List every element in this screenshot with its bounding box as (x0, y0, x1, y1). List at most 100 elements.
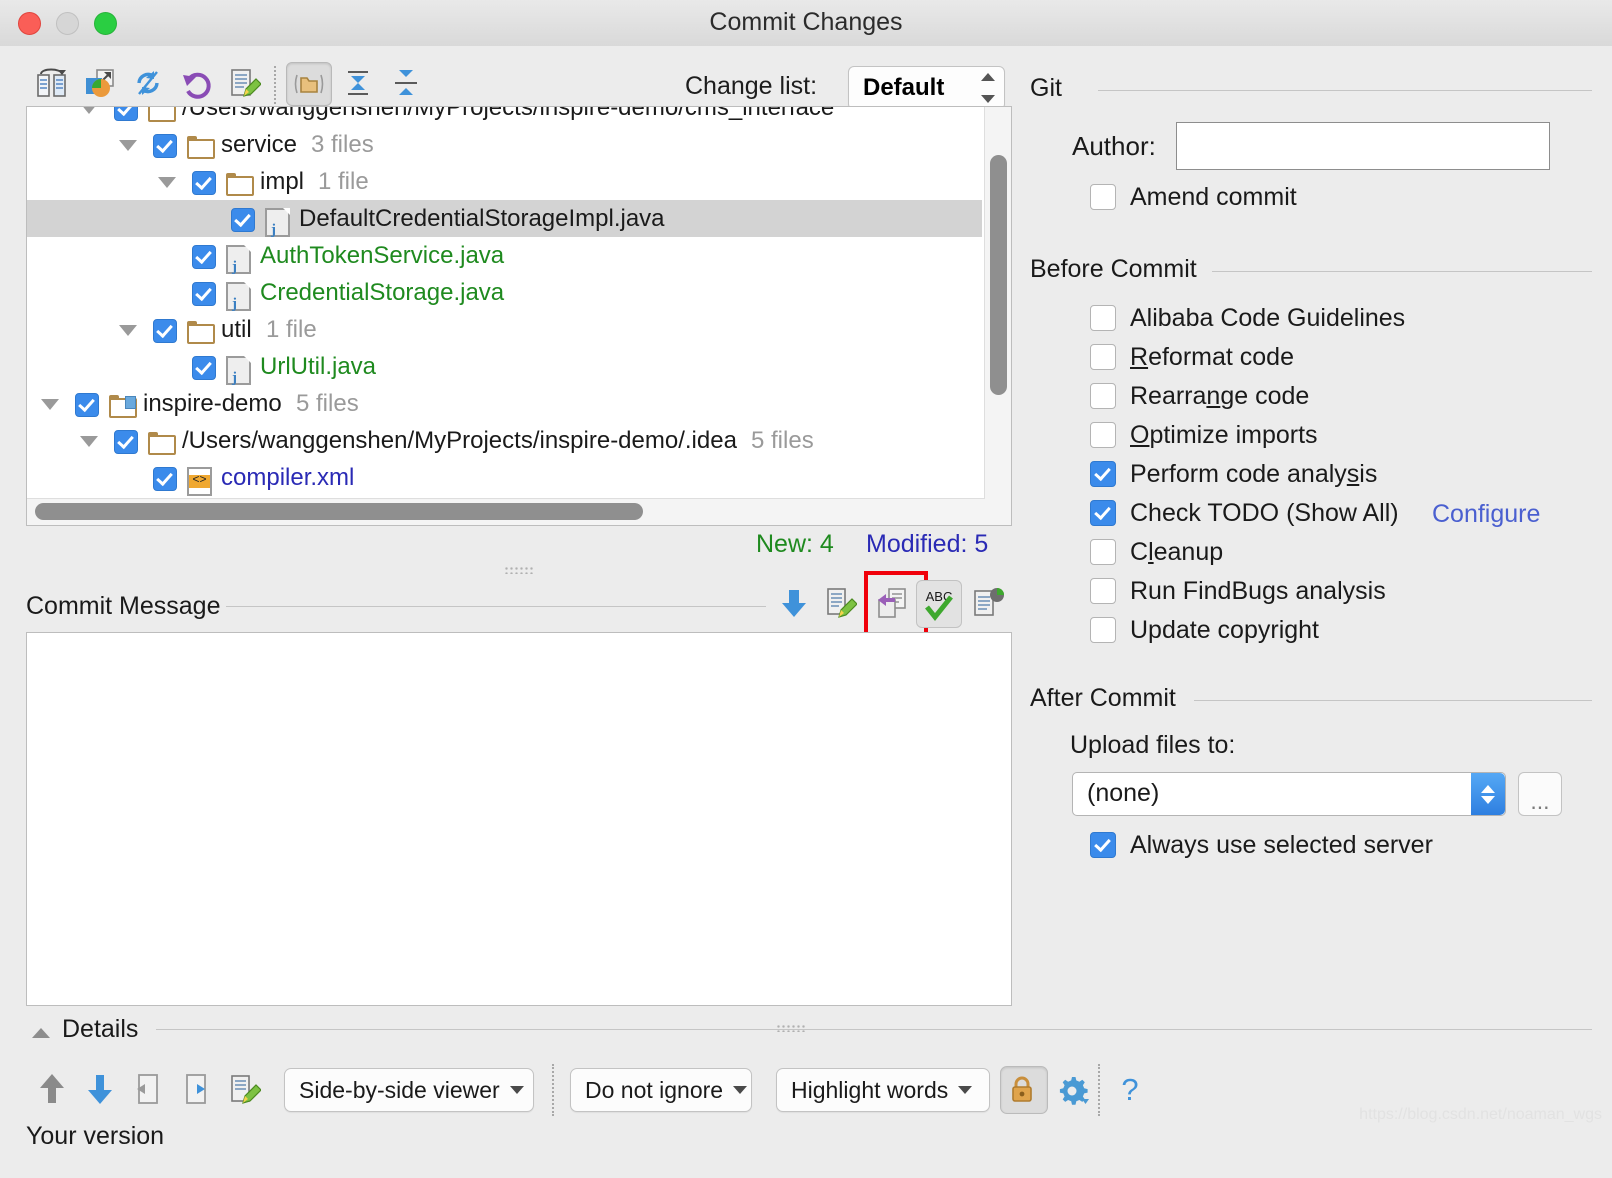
details-collapse-icon[interactable] (32, 1028, 50, 1038)
browse-server-button[interactable]: ... (1518, 772, 1562, 816)
before-commit-option[interactable]: Optimize imports (1090, 418, 1318, 452)
folder-icon (187, 321, 215, 344)
tree-row-checkbox[interactable] (231, 208, 255, 232)
help-icon[interactable]: ? (1108, 1066, 1152, 1112)
chevron-down-icon[interactable] (80, 107, 98, 114)
tree-row[interactable]: /Users/wanggenshen/MyProjects/inspire-de… (27, 107, 982, 126)
rollback-icon[interactable] (174, 62, 218, 104)
amend-commit-label: Amend commit (1130, 182, 1297, 211)
accept-left-icon[interactable] (126, 1066, 170, 1112)
checkbox-box (1090, 344, 1116, 370)
chevron-down-icon (509, 1086, 524, 1094)
before-commit-option-label: Rearrange code (1130, 381, 1310, 410)
changelist-select[interactable]: Default (848, 66, 1005, 110)
tree-row-checkbox[interactable] (75, 393, 99, 417)
tree-row-name: CredentialStorage.java (260, 279, 505, 306)
upload-files-label: Upload files to: (1070, 731, 1236, 759)
expand-all-icon[interactable] (336, 62, 380, 104)
tree-row-checkbox[interactable] (192, 282, 216, 306)
tree-row-checkbox[interactable] (192, 356, 216, 380)
tree-row[interactable]: j CredentialStorage.java (27, 274, 982, 312)
checkbox-box (1090, 422, 1116, 448)
tree-row[interactable]: j UrlUtil.java (27, 348, 982, 386)
tree-row-checkbox[interactable] (114, 430, 138, 454)
changelist-label: Change list: (685, 72, 818, 100)
chevron-down-icon[interactable] (80, 436, 98, 447)
tree-row-name: /Users/wanggenshen/MyProjects/inspire-de… (182, 427, 737, 454)
tree-vertical-scrollbar-thumb[interactable] (990, 155, 1007, 395)
refresh-icon[interactable] (126, 62, 170, 104)
details-splitter-grip[interactable] (776, 1024, 806, 1032)
commit-message-history-icon[interactable] (772, 580, 816, 626)
ignore-mode-select[interactable]: Do not ignore (570, 1068, 752, 1112)
tree-row-checkbox[interactable] (114, 107, 138, 121)
tree-horizontal-scrollbar-track[interactable] (27, 498, 985, 525)
edit-source-icon[interactable] (222, 62, 266, 104)
tree-row-checkbox[interactable] (192, 171, 216, 195)
group-by-directory-icon[interactable] (286, 62, 332, 106)
highlight-mode-select[interactable]: Highlight words (776, 1068, 990, 1112)
before-commit-group-rule (1212, 271, 1592, 272)
move-to-changelist-icon[interactable] (78, 62, 122, 104)
before-commit-option[interactable]: Alibaba Code Guidelines (1090, 301, 1405, 335)
folder-icon (187, 136, 215, 159)
clipboard-icon[interactable] (966, 580, 1010, 626)
tree-row[interactable]: util 1 file (27, 311, 982, 348)
tree-row[interactable]: inspire-demo 5 files (27, 385, 982, 422)
tree-row-checkbox[interactable] (153, 467, 177, 491)
tree-row-checkbox[interactable] (153, 319, 177, 343)
before-commit-option[interactable]: Run FindBugs analysis (1090, 574, 1386, 608)
tree-row[interactable]: impl 1 file (27, 163, 982, 200)
lock-icon[interactable] (1000, 1066, 1044, 1112)
java-file-icon: j (265, 208, 290, 238)
before-commit-option[interactable]: Update copyright (1090, 613, 1319, 647)
configure-todo-link[interactable]: Configure (1432, 500, 1540, 529)
previous-difference-icon[interactable] (30, 1066, 74, 1112)
tree-row-name: util (221, 316, 252, 343)
highlight-mode-value: Highlight words (791, 1076, 949, 1103)
checkbox-box (1090, 539, 1116, 565)
chevron-down-icon[interactable] (41, 399, 59, 410)
tree-row-checkbox[interactable] (153, 134, 177, 158)
chevron-down-icon[interactable] (119, 325, 137, 336)
before-commit-option[interactable]: Perform code analysis (1090, 457, 1377, 491)
tree-horizontal-scrollbar-thumb[interactable] (35, 503, 643, 520)
before-commit-option[interactable]: Check TODO (Show All) (1090, 496, 1399, 530)
accept-right-icon[interactable] (174, 1066, 218, 1112)
spellcheck-abc-icon[interactable]: ABC (916, 580, 962, 628)
chevron-updown-icon (980, 73, 996, 103)
collapse-all-icon[interactable] (384, 62, 428, 104)
author-input[interactable] (1176, 122, 1550, 170)
before-commit-option[interactable]: Cleanup (1090, 535, 1223, 569)
checkbox-box (1090, 617, 1116, 643)
before-commit-option[interactable]: Reformat code (1090, 340, 1294, 374)
tree-vertical-scrollbar-track[interactable] (984, 107, 1011, 525)
folder-icon (148, 107, 176, 122)
checkbox-box (1090, 305, 1116, 331)
chevron-updown-icon[interactable] (1471, 773, 1505, 815)
tree-row[interactable]: j AuthTokenService.java (27, 237, 982, 275)
your-version-label: Your version (26, 1122, 165, 1150)
tree-row[interactable]: <> compiler.xml (27, 459, 982, 496)
viewer-mode-select[interactable]: Side-by-side viewer (284, 1068, 534, 1112)
changed-files-tree[interactable]: /Users/wanggenshen/MyProjects/inspire-de… (26, 106, 1012, 526)
edit-message-icon[interactable] (818, 580, 862, 626)
tree-row-checkbox[interactable] (192, 245, 216, 269)
tree-row[interactable]: j DefaultCredentialStorageImpl.java (27, 200, 982, 238)
gear-icon[interactable] (1050, 1066, 1094, 1112)
after-commit-group-rule (1194, 700, 1592, 701)
tree-row[interactable]: service 3 files (27, 126, 982, 163)
tree-row[interactable]: /Users/wanggenshen/MyProjects/inspire-de… (27, 422, 982, 459)
before-commit-option[interactable]: Rearrange code (1090, 379, 1309, 413)
edit-source-icon[interactable] (222, 1066, 266, 1112)
chevron-down-icon[interactable] (119, 140, 137, 151)
show-diff-icon[interactable] (30, 62, 74, 104)
chevron-down-icon[interactable] (158, 177, 176, 188)
splitter-grip[interactable] (504, 566, 534, 574)
always-use-server-checkbox[interactable]: Always use selected server (1090, 828, 1433, 862)
next-difference-icon[interactable] (78, 1066, 122, 1112)
commit-message-input[interactable] (26, 632, 1012, 1006)
java-file-icon: j (226, 356, 251, 386)
upload-server-select[interactable]: (none) (1072, 772, 1506, 816)
amend-commit-checkbox[interactable]: Amend commit (1090, 180, 1297, 214)
